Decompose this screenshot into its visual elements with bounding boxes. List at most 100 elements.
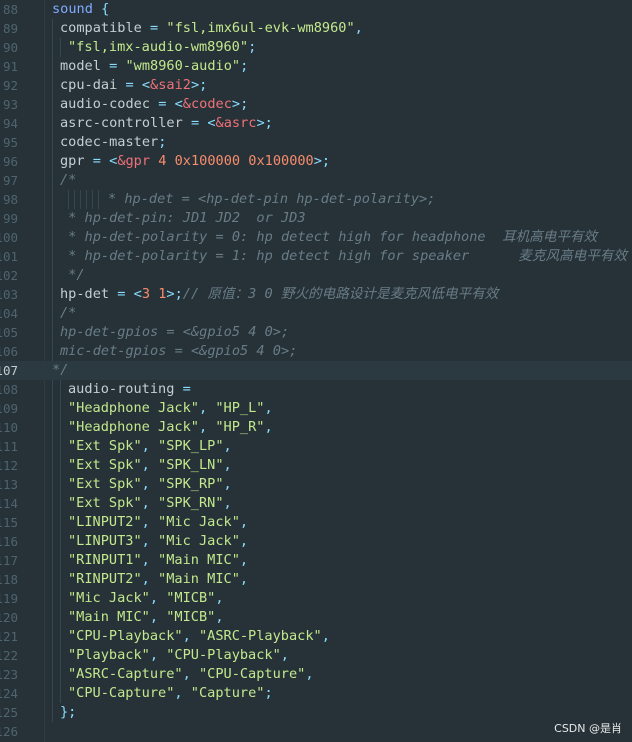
token-cmt: hp-det-gpios = <&gpio5 4 0>; [60, 324, 290, 340]
code-line[interactable]: 105 hp-det-gpios = <&gpio5 4 0>; [0, 323, 632, 342]
line-number: 118 [0, 572, 18, 587]
indent-guide [52, 95, 53, 114]
code-text: * hp-det-polarity = 0: hp detect high fo… [60, 228, 597, 247]
code-editor[interactable]: 88 sound {89 compatible = "fsl,imx6ul-evk-… [0, 0, 632, 742]
token-str: "CPU-Capture" [198, 666, 306, 682]
code-line[interactable]: 119 "Mic Jack", "MICB", [0, 589, 632, 608]
indent-guide [60, 589, 61, 608]
token-str: "Ext Spk" [68, 476, 142, 492]
code-line[interactable]: 95 codec-master; [0, 133, 632, 152]
token-op: , [239, 533, 249, 549]
token-op: , [223, 476, 232, 492]
token-str: "Playback" [68, 647, 150, 663]
code-line[interactable]: 90 "fsl,imx-audio-wm8960"; [0, 38, 632, 57]
code-line[interactable]: 89 compatible = "fsl,imx6ul-evk-wm8960", [0, 19, 632, 38]
token-op: >; [256, 115, 273, 131]
token-op: , [321, 628, 330, 644]
code-line[interactable]: 110 "Headphone Jack", "HP_R", [0, 418, 632, 437]
indent-guide [60, 551, 61, 570]
line-number: 101 [0, 249, 18, 264]
indent-guide [52, 190, 53, 209]
indent-guide [60, 646, 61, 665]
indent-guide [52, 228, 53, 247]
code-line[interactable]: 108 audio-routing = [0, 380, 632, 399]
token-op: = < [117, 77, 151, 93]
code-text: "RINPUT2", "Main MIC", [68, 570, 248, 589]
token-cmt: * hp-det-polarity = 1: hp detect high fo… [60, 248, 628, 264]
indent-guide [52, 342, 53, 361]
token-cmt: * hp-det-polarity = 0: hp detect high fo… [60, 229, 598, 245]
code-line[interactable]: 111 "Ext Spk", "SPK_LP", [0, 437, 632, 456]
token-str: "Main MIC" [68, 609, 150, 625]
code-line[interactable]: 114 "Ext Spk", "SPK_RN", [0, 494, 632, 513]
token-op: , [141, 552, 159, 568]
code-line[interactable]: 106 mic-det-gpios = <&gpio5 4 0>; [0, 342, 632, 361]
code-line[interactable]: 88 sound { [0, 0, 632, 19]
line-number: 95 [2, 135, 18, 150]
line-number: 119 [0, 591, 18, 606]
indent-guide [52, 608, 53, 627]
line-number: 107 [0, 363, 18, 378]
code-line[interactable]: 116 "LINPUT3", "Mic Jack", [0, 532, 632, 551]
indent-guide [86, 190, 87, 209]
indent-guide [52, 646, 53, 665]
code-line[interactable]: 107 */ [0, 361, 632, 380]
code-line[interactable]: 93 audio-codec = <&codec>; [0, 95, 632, 114]
token-op: , [141, 571, 159, 587]
code-line[interactable]: 103 hp-det = <3 1>;// 原值：3 0 野火的电路设计是麦克风低… [0, 285, 632, 304]
token-prop: audio-codec [60, 96, 151, 112]
code-line[interactable]: 101 * hp-det-polarity = 1: hp detect hig… [0, 247, 632, 266]
token-str: "SPK_RP" [158, 476, 224, 492]
code-line[interactable]: 96 gpr = <&gpr 4 0x100000 0x100000>; [0, 152, 632, 171]
code-line[interactable]: 98 * hp-det = <hp-det-pin hp-det-polarity… [0, 190, 632, 209]
code-line[interactable]: 113 "Ext Spk", "SPK_RP", [0, 475, 632, 494]
code-line[interactable]: 115 "LINPUT2", "Mic Jack", [0, 513, 632, 532]
code-line[interactable]: 94 asrc-controller = <&asrc>; [0, 114, 632, 133]
line-number: 99 [2, 211, 18, 226]
code-line[interactable]: 125}; [0, 703, 632, 722]
token-op: , [149, 647, 167, 663]
line-number: 124 [0, 686, 18, 701]
token-op: , [215, 590, 224, 606]
indent-guide [60, 494, 61, 513]
code-line[interactable]: 112 "Ext Spk", "SPK_LN", [0, 456, 632, 475]
code-line[interactable]: 117 "RINPUT1", "Main MIC", [0, 551, 632, 570]
indent-guide [60, 475, 61, 494]
token-op: >; [231, 96, 249, 112]
line-number: 125 [0, 705, 18, 720]
code-line[interactable]: 123 "ASRC-Capture", "CPU-Capture", [0, 665, 632, 684]
code-line[interactable]: 97 /* [0, 171, 632, 190]
line-number: 104 [0, 306, 18, 321]
token-str: "Capture" [190, 685, 265, 701]
indent-guide [60, 418, 61, 437]
code-text: * hp-det-polarity = 1: hp detect high fo… [60, 247, 627, 266]
indent-guide [52, 247, 53, 266]
code-line[interactable]: 92 cpu-dai = <&sai2>; [0, 76, 632, 95]
code-line[interactable]: 118 "RINPUT2", "Main MIC", [0, 570, 632, 589]
csdn-watermark: CSDN @是肖 [554, 722, 622, 735]
code-text: codec-master; [60, 133, 166, 152]
token-str: "CPU-Playback" [166, 647, 281, 663]
code-line[interactable]: 121 "CPU-Playback", "ASRC-Playback", [0, 627, 632, 646]
token-op: = < [150, 96, 183, 112]
code-line[interactable]: 104 /* [0, 304, 632, 323]
indent-guide [52, 209, 53, 228]
code-text: */ [52, 361, 68, 380]
token-str: "fsl,imx-audio-wm8960" [68, 39, 249, 55]
token-op: , [141, 438, 159, 454]
code-line[interactable]: 109 "Headphone Jack", "HP_L", [0, 399, 632, 418]
code-line[interactable]: 100 * hp-det-polarity = 0: hp detect hig… [0, 228, 632, 247]
code-line[interactable]: 122 "Playback", "CPU-Playback", [0, 646, 632, 665]
code-line[interactable]: 126 [0, 722, 632, 741]
code-line[interactable]: 124 "CPU-Capture", "Capture"; [0, 684, 632, 703]
indent-guide [60, 627, 61, 646]
code-line[interactable]: 91 model = "wm8960-audio"; [0, 57, 632, 76]
line-number: 115 [0, 515, 18, 530]
token-num: 4 0x100000 0x100000 [150, 153, 314, 169]
code-line[interactable]: 99 * hp-det-pin: JD1 JD2 or JD3 [0, 209, 632, 228]
code-line[interactable]: 120 "Main MIC", "MICB", [0, 608, 632, 627]
token-op: , [141, 457, 159, 473]
indent-guide [52, 152, 53, 171]
code-text: "ASRC-Capture", "CPU-Capture", [68, 665, 314, 684]
code-line[interactable]: 102 */ [0, 266, 632, 285]
